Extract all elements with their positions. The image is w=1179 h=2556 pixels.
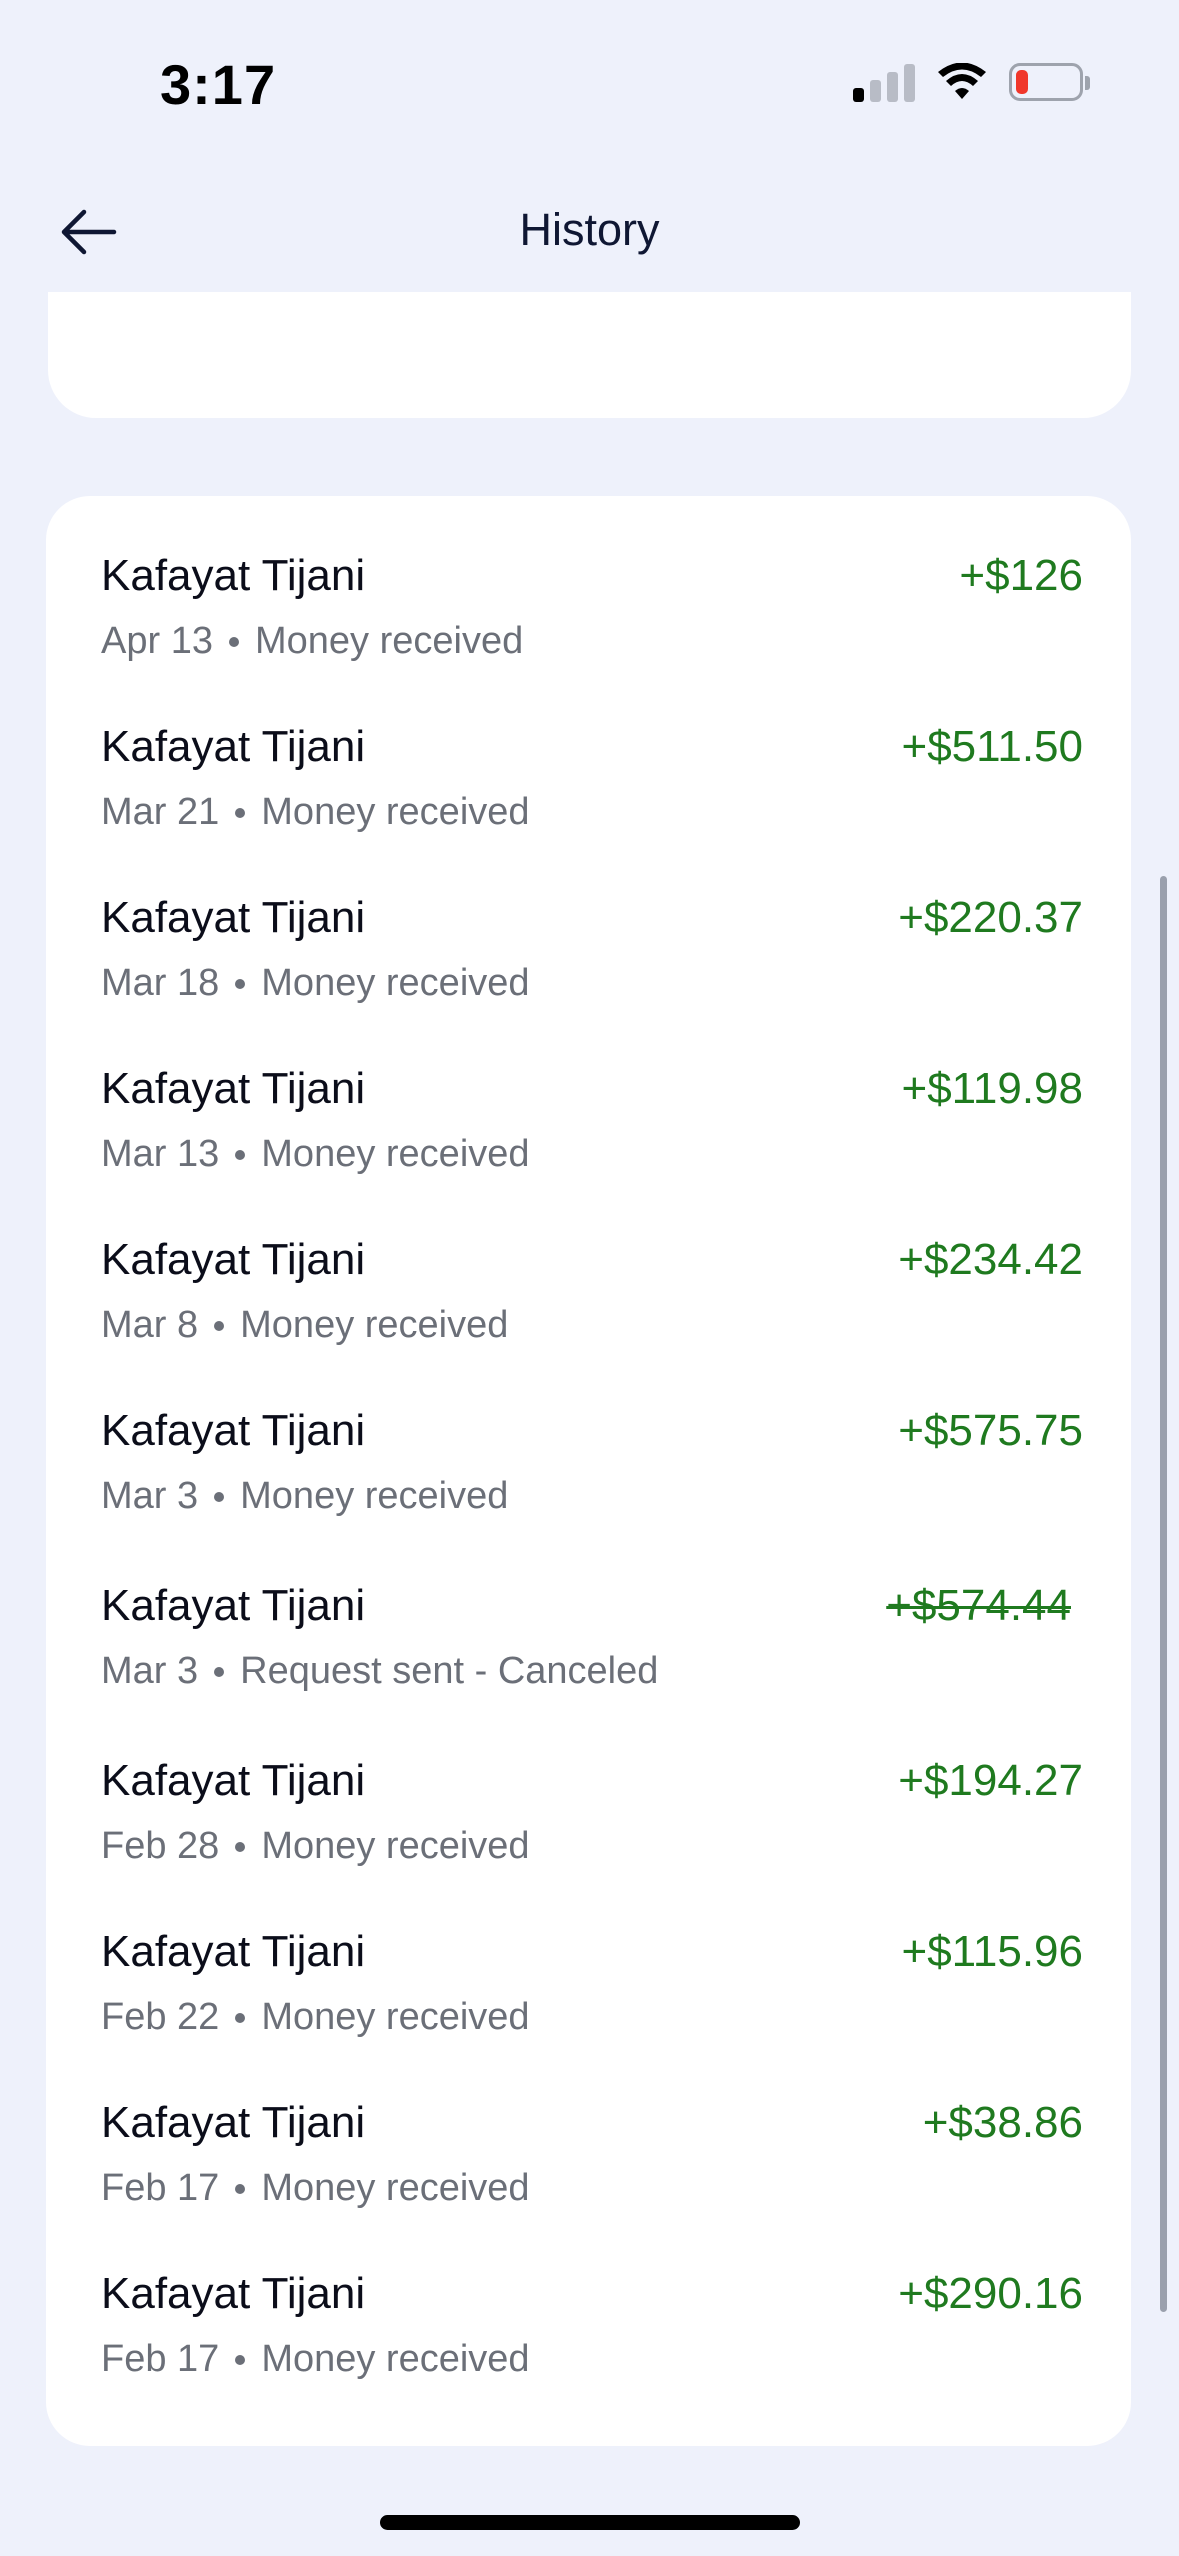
transaction-date: Feb 17 [101,2338,220,2380]
wifi-icon [938,63,986,99]
status-bar: 3:17 [0,0,1179,170]
separator-dot [235,1149,246,1160]
transaction-row[interactable]: Kafayat Tijani Feb 22 Money received +$115.… [46,1872,1131,2043]
transaction-amount: +$38.86 [922,2098,1083,2147]
scrollbar[interactable] [1160,876,1167,2312]
header: History [0,180,1179,290]
separator-dot [235,807,246,818]
transaction-meta: Mar 8 Money received [101,1304,508,1347]
status-icons [853,62,1090,102]
transaction-status: Money received [261,962,530,1004]
separator-dot [214,1491,225,1502]
separator-dot [235,2012,246,2023]
cellular-signal-icon [853,62,915,102]
transaction-row[interactable]: Kafayat Tijani Feb 28 Money received +$194.… [46,1701,1131,1872]
transaction-name: Kafayat Tijani [101,1235,366,1284]
transaction-meta: Apr 13 Money received [101,620,523,663]
transaction-name: Kafayat Tijani [101,1406,366,1455]
transaction-date: Feb 22 [101,1996,220,2038]
transaction-row[interactable]: Kafayat Tijani Feb 17 Money received +$38.8… [46,2043,1131,2214]
transaction-row[interactable]: Kafayat Tijani Mar 13 Money received +$119.… [46,1009,1131,1180]
transaction-name: Kafayat Tijani [101,722,366,771]
transaction-name: Kafayat Tijani [101,2098,366,2147]
transaction-date: Mar 21 [101,791,220,833]
transaction-status: Request sent - Canceled [240,1650,659,1692]
home-indicator[interactable] [380,2515,800,2530]
transaction-status: Money received [261,1133,530,1175]
transaction-name: Kafayat Tijani [101,1927,366,1976]
transaction-status: Money received [261,1825,530,1867]
separator-dot [235,1841,246,1852]
transaction-date: Mar 3 [101,1475,199,1517]
transaction-row[interactable]: Kafayat Tijani Feb 17 Money received +$290.… [46,2214,1131,2385]
transaction-name: Kafayat Tijani [101,1756,366,1805]
transaction-name: Kafayat Tijani [101,551,366,600]
transaction-meta: Mar 13 Money received [101,1133,530,1176]
transaction-status: Money received [261,1996,530,2038]
transaction-amount: +$574.44 [886,1581,1071,1630]
transaction-status: Money received [254,620,524,662]
transaction-amount: +$220.37 [898,893,1083,942]
transaction-name: Kafayat Tijani [101,1064,366,1113]
separator-dot [214,1666,225,1677]
transaction-date: Mar 3 [101,1650,199,1692]
transaction-date: Feb 28 [101,1825,220,1867]
transaction-date: Mar 8 [101,1304,199,1346]
transaction-amount: +$115.96 [901,1927,1083,1976]
transaction-meta: Feb 28 Money received [101,1825,530,1868]
transaction-date: Mar 18 [101,962,220,1004]
transaction-amount: +$234.42 [898,1235,1083,1284]
status-time: 3:17 [160,53,277,116]
page-title: History [519,204,660,255]
transaction-meta: Mar 3 Request sent - Canceled [101,1650,658,1693]
transaction-name: Kafayat Tijani [101,893,366,942]
separator-dot [228,636,239,647]
transaction-date: Mar 13 [101,1133,220,1175]
summary-card [48,292,1131,418]
transaction-amount: +$511.50 [901,722,1083,771]
transaction-row[interactable]: Kafayat Tijani Mar 3 Request sent - Cancel… [46,1526,1131,1697]
transaction-row[interactable]: Kafayat Tijani Mar 3 Money received +$575.7… [46,1351,1131,1522]
separator-dot [235,2354,246,2365]
transaction-meta: Mar 3 Money received [101,1475,508,1518]
transaction-status: Money received [261,791,530,833]
separator-dot [235,978,246,989]
transaction-amount: +$194.27 [898,1756,1083,1805]
transaction-name: Kafayat Tijani [101,2269,366,2318]
transaction-status: Money received [240,1475,509,1517]
transaction-amount: +$119.98 [901,1064,1083,1113]
transaction-meta: Feb 22 Money received [101,1996,530,2039]
transaction-meta: Feb 17 Money received [101,2167,530,2210]
transaction-amount: +$126 [959,551,1083,600]
transaction-date: Feb 17 [101,2167,220,2209]
transaction-status: Money received [240,1304,509,1346]
transaction-meta: Feb 17 Money received [101,2338,530,2381]
transaction-name: Kafayat Tijani [101,1581,366,1630]
transaction-meta: Mar 18 Money received [101,962,530,1005]
transaction-row[interactable]: Kafayat Tijani Mar 18 Money received +$220.… [46,838,1131,1009]
transaction-amount: +$290.16 [898,2269,1083,2318]
transaction-status: Money received [261,2167,530,2209]
transaction-status: Money received [261,2338,530,2380]
transaction-row[interactable]: Kafayat Tijani Apr 13 Money received +$126 [46,496,1131,667]
transactions-card: Kafayat Tijani Apr 13 Money received +$126 K… [46,496,1131,2446]
transaction-meta: Mar 21 Money received [101,791,530,834]
separator-dot [235,2183,246,2194]
battery-low-icon [1009,63,1090,101]
separator-dot [214,1320,225,1331]
transaction-amount: +$575.75 [898,1406,1083,1455]
transaction-row[interactable]: Kafayat Tijani Mar 21 Money received +$511.… [46,667,1131,838]
transaction-row[interactable]: Kafayat Tijani Mar 8 Money received +$234.4… [46,1180,1131,1351]
transaction-date: Apr 13 [101,620,213,662]
